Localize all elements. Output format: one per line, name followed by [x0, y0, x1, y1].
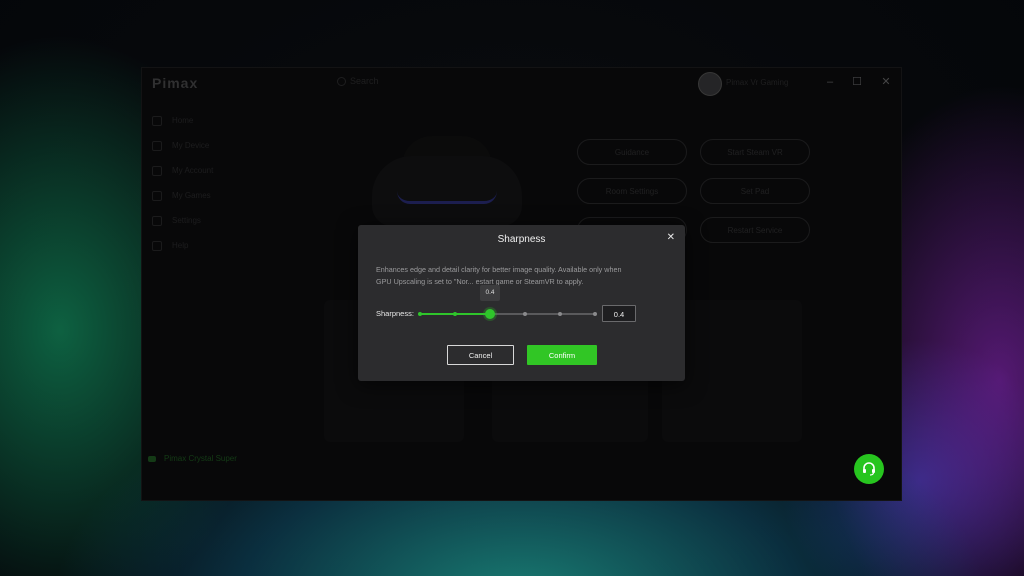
slider-tick	[418, 312, 422, 316]
support-button[interactable]	[854, 454, 884, 484]
slider-tick	[453, 312, 457, 316]
sharpness-value-input[interactable]: 0.4	[602, 305, 636, 322]
headset-support-icon	[863, 462, 875, 476]
slider-value-tooltip: 0.4	[480, 285, 500, 301]
cancel-button[interactable]: Cancel	[447, 345, 514, 365]
sharpness-dialog: Sharpness ✕ Enhances edge and detail cla…	[358, 225, 685, 381]
slider-thumb[interactable]	[485, 309, 495, 319]
confirm-button[interactable]: Confirm	[527, 345, 597, 365]
slider-tick	[523, 312, 527, 316]
dialog-description: Enhances edge and detail clarity for bet…	[376, 264, 672, 288]
sharpness-label: Sharpness:	[376, 309, 414, 318]
description-line-2: GPU Upscaling is set to "Nor... estart g…	[376, 277, 584, 286]
close-icon[interactable]: ✕	[667, 232, 675, 243]
description-line-1: Enhances edge and detail clarity for bet…	[376, 265, 622, 274]
slider-tick	[558, 312, 562, 316]
slider-tick	[593, 312, 597, 316]
sharpness-slider[interactable]: 0.4	[418, 285, 597, 319]
dialog-title: Sharpness	[497, 234, 546, 245]
